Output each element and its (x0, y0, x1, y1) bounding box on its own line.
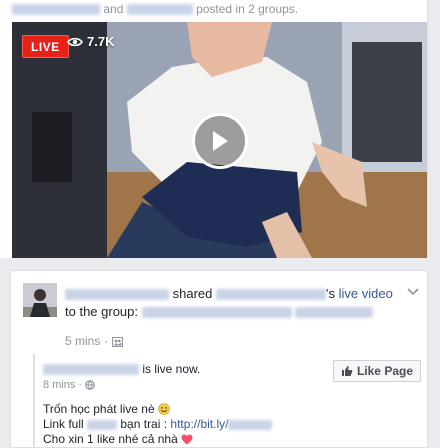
to-group-text: to the group: (65, 304, 138, 319)
embedded-page-post: is live now. 8 mins · Like Page Trốn học… (33, 354, 421, 448)
globe-icon[interactable] (85, 380, 95, 390)
message-line-2: Link full bạn trai : http://bit.ly/ (43, 417, 273, 432)
message-line-3: Cho xin 1 like nhé cả nhà (43, 432, 272, 447)
and-word: and (103, 2, 124, 16)
message-line-1-text: Trốn học phát live nè (43, 402, 155, 416)
page-status: is live now. (142, 362, 201, 376)
live-badge: LIVE (22, 35, 69, 58)
message-line-1: Trốn học phát live nè (43, 402, 272, 417)
post-meta: 5 mins · (65, 334, 124, 348)
possessive: 's (326, 286, 335, 301)
eye-icon (67, 37, 83, 46)
post-time[interactable]: 5 mins (65, 334, 100, 348)
heart-emoji-icon (181, 434, 193, 445)
embedded-post-meta: 8 mins · (43, 379, 95, 391)
message-line-2-middle: bạn trai : (120, 417, 168, 431)
shared-post-card: shared 's live video to the group: 5 min… (10, 270, 428, 448)
page-name-blurred[interactable] (216, 289, 326, 301)
like-page-button[interactable]: Like Page (332, 360, 421, 382)
sharer-name-blurred[interactable] (65, 289, 169, 301)
embedded-post-time[interactable]: 8 mins (43, 379, 75, 391)
play-icon (213, 131, 228, 151)
live-video-player[interactable]: LIVE 7.7K (12, 22, 427, 258)
second-author-name-blurred[interactable] (126, 4, 193, 16)
viewer-count-value: 7.7K (87, 34, 115, 49)
message-line-2-prefix: Link full (43, 417, 84, 431)
shared-word: shared (172, 286, 213, 301)
thumbs-up-icon (341, 366, 353, 376)
posted-text: posted in 2 groups. (196, 2, 299, 16)
bitly-link[interactable]: http://bit.ly/ (170, 417, 228, 431)
message-line-3-text: Cho xin 1 like nhé cả nhà (43, 432, 178, 446)
page-status-line: is live now. (43, 362, 200, 376)
post-header-line: and posted in 2 groups. (12, 2, 298, 16)
live-video-link[interactable]: live video (339, 286, 393, 301)
like-page-label: Like Page (356, 364, 413, 378)
play-button[interactable] (192, 113, 248, 169)
blurred-word (87, 419, 118, 430)
viewer-count: 7.7K (67, 34, 114, 49)
group-name-blurred-cont[interactable] (295, 307, 374, 319)
author-name-blurred[interactable] (12, 4, 100, 16)
post-options-chevron[interactable] (407, 283, 419, 301)
blurred-link-suffix[interactable] (228, 419, 273, 430)
group-privacy-icon[interactable] (112, 336, 124, 347)
group-name-blurred[interactable] (141, 307, 292, 319)
avatar-image (23, 283, 57, 317)
chevron-down-icon (407, 288, 419, 296)
top-post-card: and posted in 2 groups. LIVE 7.7K (0, 0, 428, 258)
post-message: Trốn học phát live nè Link full bạn trai… (43, 402, 273, 447)
avatar[interactable] (23, 283, 57, 317)
smile-emoji-icon (158, 403, 170, 415)
share-headline: shared 's live video to the group: (65, 285, 405, 321)
embedded-page-name-blurred[interactable] (43, 364, 139, 376)
